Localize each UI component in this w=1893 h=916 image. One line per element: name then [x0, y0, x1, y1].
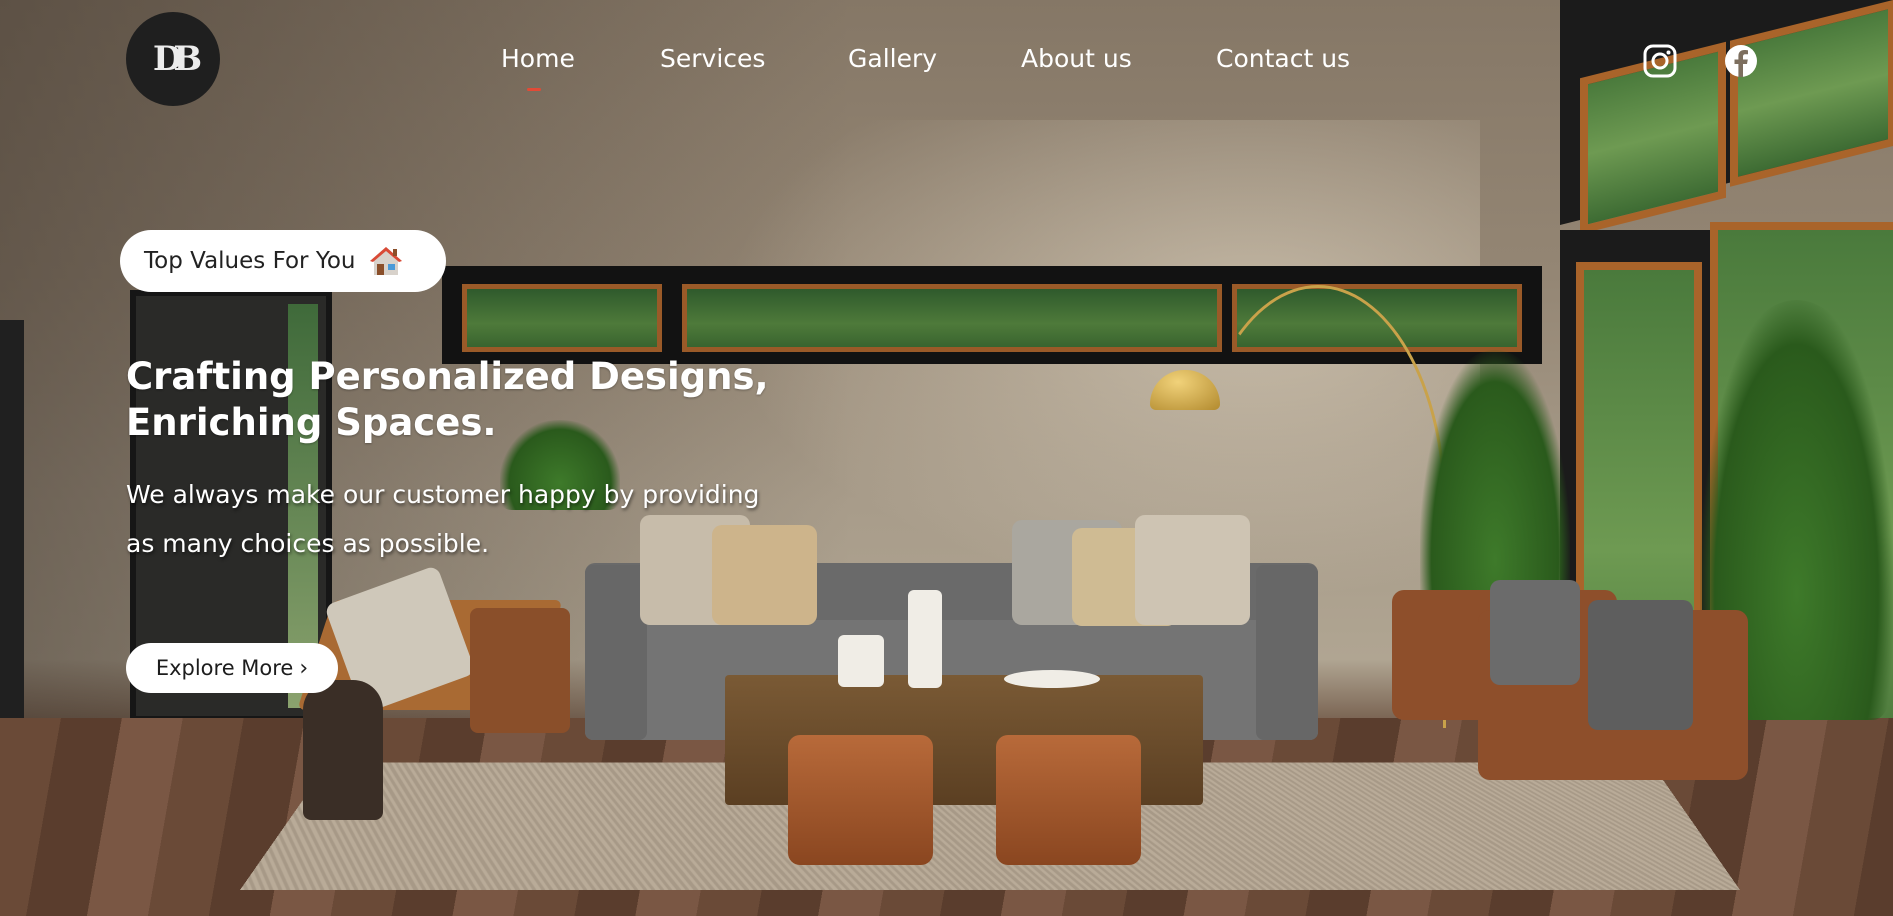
- cta-label: Explore More: [155, 656, 294, 680]
- nav-item-gallery[interactable]: Gallery: [848, 44, 937, 73]
- nav-item-home[interactable]: Home: [501, 44, 575, 91]
- explore-more-button[interactable]: Explore More ›: [126, 643, 338, 693]
- side-table: [470, 608, 570, 733]
- house-icon: [369, 245, 403, 277]
- nav-label: Contact us: [1216, 44, 1351, 73]
- leather-pouf: [996, 735, 1141, 865]
- nav-label: Home: [501, 44, 575, 73]
- chevron-right-icon: ›: [299, 655, 309, 681]
- active-nav-indicator: [527, 88, 541, 91]
- subtext-line-1: We always make our customer happy by pro…: [126, 480, 760, 509]
- leather-pouf: [788, 735, 933, 865]
- values-badge: Top Values For You: [120, 230, 446, 292]
- nav-label: Gallery: [848, 44, 938, 73]
- nav-label: About us: [1021, 44, 1132, 73]
- nav-label: Services: [660, 44, 766, 73]
- nav-item-services[interactable]: Services: [660, 44, 765, 73]
- bowl: [1004, 670, 1100, 688]
- left-wall-edge: [0, 320, 24, 730]
- subtext-line-2: as many choices as possible.: [126, 529, 490, 558]
- badge-label: Top Values For You: [144, 248, 356, 274]
- hero-background-image: [0, 0, 1893, 916]
- nav-item-contact[interactable]: Contact us: [1216, 44, 1350, 73]
- main-nav: Home Services Gallery About us Contact u…: [0, 44, 1893, 91]
- headline-line-2: Enriching Spaces.: [126, 401, 497, 444]
- instagram-icon[interactable]: [1643, 44, 1677, 78]
- facebook-icon[interactable]: [1724, 44, 1758, 78]
- headline-line-1: Crafting Personalized Designs,: [126, 355, 769, 398]
- vase: [908, 590, 942, 688]
- nav-item-about[interactable]: About us: [1021, 44, 1132, 73]
- dark-stool: [303, 680, 383, 820]
- hero-headline: Crafting Personalized Designs, Enriching…: [126, 354, 769, 446]
- sofa-arm-right: [1256, 565, 1318, 740]
- vase: [838, 635, 884, 687]
- pattern-pillow: [1490, 580, 1580, 685]
- pattern-pillow: [1588, 600, 1693, 730]
- pillow: [1135, 515, 1250, 625]
- hero-subtext: We always make our customer happy by pro…: [126, 470, 846, 568]
- sofa-arm-left: [585, 565, 647, 740]
